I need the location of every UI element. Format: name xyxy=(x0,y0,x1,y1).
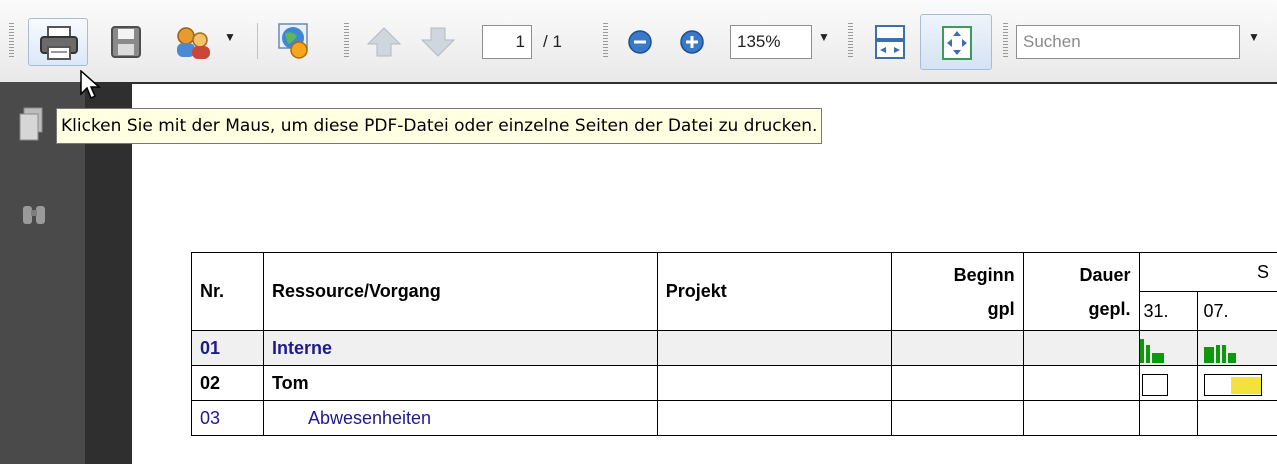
gantt-cell xyxy=(1138,400,1198,436)
row-dauer xyxy=(1022,330,1140,366)
next-page-icon xyxy=(420,27,456,57)
search-dropdown-chevron-icon[interactable]: ▼ xyxy=(1248,30,1260,44)
zoom-dropdown-chevron-icon[interactable]: ▼ xyxy=(818,30,830,44)
zoom-out-button[interactable] xyxy=(626,28,656,58)
row-beginn xyxy=(890,400,1024,436)
pages-panel-button[interactable] xyxy=(18,106,48,150)
toolbar-grip[interactable] xyxy=(848,23,853,59)
gantt-capacity-box xyxy=(1203,374,1262,396)
zoom-level-input[interactable]: 135% xyxy=(730,25,812,59)
zoom-out-icon xyxy=(628,30,652,54)
next-page-button[interactable] xyxy=(418,24,458,60)
toolbar-grip[interactable] xyxy=(9,23,14,59)
prev-page-icon xyxy=(366,27,402,57)
gantt-bar xyxy=(1203,347,1214,363)
column-header-beginn-line2: gpl xyxy=(987,298,1015,319)
gantt-cell xyxy=(1196,400,1277,436)
column-header-projekt: Projekt xyxy=(656,252,892,331)
share-icon xyxy=(177,27,210,59)
fit-width-button[interactable] xyxy=(872,22,912,62)
page-number-input[interactable]: 1 xyxy=(482,25,532,59)
table-row: 03 Abwesenheiten xyxy=(191,400,1277,436)
row-projekt xyxy=(656,400,892,436)
gantt-capacity-box xyxy=(1141,374,1168,396)
toolbar-separator xyxy=(257,23,258,59)
gantt-bar xyxy=(1215,345,1220,363)
row-projekt xyxy=(656,330,892,366)
day-header: 07. xyxy=(1196,291,1277,331)
search-panel-button[interactable] xyxy=(20,200,50,234)
row-dauer xyxy=(1022,400,1140,436)
fit-width-icon xyxy=(875,25,905,59)
gantt-cell xyxy=(1196,365,1277,401)
column-header-dauer-line2: gepl. xyxy=(1088,298,1131,319)
pages-icon xyxy=(19,107,43,141)
chevron-down-icon: ▼ xyxy=(224,30,236,44)
column-header-beginn-line1: Beginn xyxy=(953,264,1015,285)
previous-page-button[interactable] xyxy=(364,24,404,60)
table-row: 01 Interne xyxy=(191,330,1277,366)
row-nr: 03 xyxy=(191,400,264,436)
gantt-load-bar xyxy=(1230,377,1261,394)
row-beginn xyxy=(890,330,1024,366)
print-icon xyxy=(40,26,78,60)
mouse-cursor-icon xyxy=(80,70,101,100)
month-header: S xyxy=(1138,252,1277,292)
row-name: Abwesenheiten xyxy=(262,400,658,436)
gantt-cell xyxy=(1138,365,1198,401)
gantt-bar xyxy=(1221,345,1226,363)
print-tooltip: Klicken Sie mit der Maus, um diese PDF-D… xyxy=(56,108,823,144)
binoculars-icon xyxy=(23,206,45,224)
column-header-dauer: Dauer gepl. xyxy=(1022,252,1140,331)
gantt-bar xyxy=(1151,353,1164,363)
row-name: Interne xyxy=(262,330,658,366)
search-input[interactable]: Suchen xyxy=(1016,25,1240,59)
gantt-bar xyxy=(1139,339,1144,363)
day-header: 31. xyxy=(1138,291,1198,331)
gantt-table: Nr. Ressource/Vorgang Projekt Beginn gpl… xyxy=(191,252,1277,436)
row-name: Tom xyxy=(262,365,658,401)
page-total: / 1 xyxy=(543,32,562,51)
toolbar: ▼ 1 / 1 135% ▼ Suchen ▼ xyxy=(0,0,1277,83)
toolbar-grip[interactable] xyxy=(1003,23,1008,59)
row-nr: 01 xyxy=(191,330,264,366)
share-button[interactable]: ▼ xyxy=(172,22,242,62)
gantt-bar xyxy=(1227,353,1236,363)
fit-page-icon xyxy=(942,26,972,60)
row-projekt xyxy=(656,365,892,401)
print-button[interactable] xyxy=(28,18,88,66)
fit-page-button[interactable] xyxy=(920,14,992,70)
column-header-dauer-line1: Dauer xyxy=(1079,264,1131,285)
column-header-ressource: Ressource/Vorgang xyxy=(262,252,658,331)
column-header-nr: Nr. xyxy=(191,252,264,331)
gantt-bar xyxy=(1145,345,1150,363)
row-beginn xyxy=(890,365,1024,401)
globe-icon xyxy=(278,23,308,59)
zoom-in-button[interactable] xyxy=(678,28,708,58)
row-dauer xyxy=(1022,365,1140,401)
web-button[interactable] xyxy=(273,22,317,62)
gantt-cell xyxy=(1196,330,1277,366)
toolbar-grip[interactable] xyxy=(603,23,608,59)
row-nr: 02 xyxy=(191,365,264,401)
toolbar-grip[interactable] xyxy=(344,23,349,59)
gantt-cell xyxy=(1138,330,1198,366)
zoom-in-icon xyxy=(680,30,704,54)
save-icon xyxy=(111,26,141,58)
column-header-beginn: Beginn gpl xyxy=(890,252,1024,331)
table-row: 02 Tom xyxy=(191,365,1277,401)
save-button[interactable] xyxy=(108,24,148,60)
